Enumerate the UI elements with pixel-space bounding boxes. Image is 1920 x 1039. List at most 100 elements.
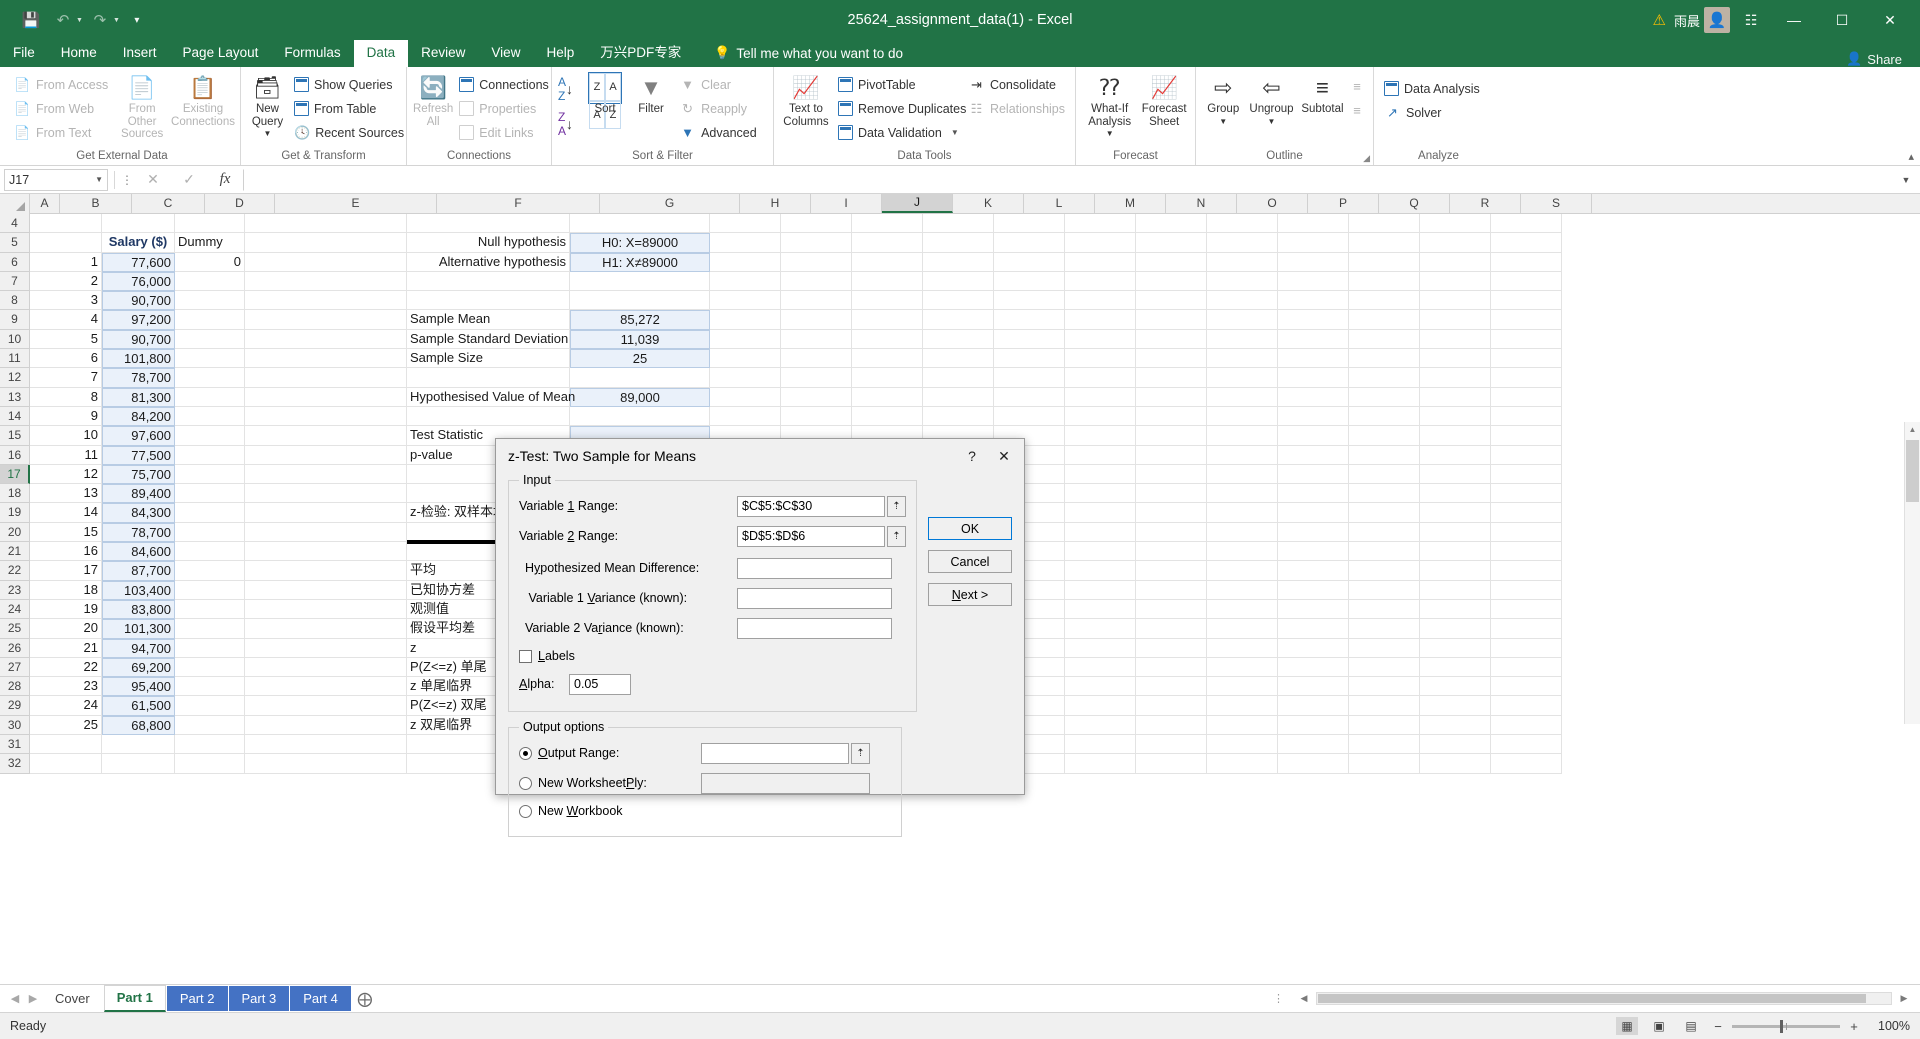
cell[interactable]: Alternative hypothesis (407, 252, 570, 272)
cell[interactable] (1349, 214, 1420, 234)
cell[interactable] (1420, 484, 1491, 504)
cell[interactable] (1136, 252, 1207, 272)
cell[interactable] (245, 580, 407, 600)
cell[interactable] (1207, 619, 1278, 639)
cell[interactable] (1420, 368, 1491, 388)
cell[interactable] (1420, 387, 1491, 407)
cell[interactable] (175, 542, 245, 562)
edit-links-button[interactable]: Edit Links (455, 121, 547, 144)
cell[interactable] (245, 638, 407, 658)
cell[interactable] (245, 214, 407, 234)
from-access-button[interactable]: 📄 From Access (10, 73, 112, 96)
cell[interactable] (994, 233, 1065, 253)
cell[interactable]: 84,200 (102, 406, 175, 427)
cell[interactable] (1349, 735, 1420, 755)
cell[interactable] (1065, 214, 1136, 234)
cell[interactable] (1278, 271, 1349, 292)
cell[interactable]: 81,300 (102, 387, 175, 407)
cell[interactable] (852, 252, 923, 272)
cell[interactable] (1136, 310, 1207, 330)
cell[interactable]: 84,600 (102, 542, 175, 562)
cell[interactable] (1420, 445, 1491, 465)
cell[interactable] (994, 406, 1065, 427)
cell[interactable]: 24 (30, 696, 102, 716)
cell[interactable] (781, 310, 852, 330)
cell[interactable]: 97,200 (102, 310, 175, 330)
cell[interactable] (245, 233, 407, 253)
cell[interactable] (1349, 464, 1420, 485)
cell[interactable] (1136, 561, 1207, 581)
next-button[interactable]: Next > (928, 583, 1012, 606)
cell[interactable] (1207, 233, 1278, 253)
cell[interactable]: 16 (30, 542, 102, 562)
cell[interactable] (1207, 214, 1278, 234)
cell[interactable] (175, 561, 245, 581)
cell[interactable] (175, 715, 245, 736)
cell[interactable] (102, 735, 175, 755)
cell[interactable] (1136, 754, 1207, 774)
cell[interactable]: 78,700 (102, 522, 175, 543)
row-header-25[interactable]: 25 (0, 619, 30, 639)
cell[interactable] (1349, 426, 1420, 446)
new-workbook-radio[interactable] (519, 804, 532, 818)
cell[interactable] (781, 271, 852, 292)
cell[interactable] (710, 406, 781, 427)
cell[interactable]: 68,800 (102, 715, 175, 736)
what-if-dropdown-icon[interactable]: ▼ (1106, 128, 1114, 141)
cell[interactable]: 101,800 (102, 349, 175, 369)
col-header-P[interactable]: P (1308, 194, 1379, 213)
cell[interactable] (1278, 677, 1349, 697)
ungroup-dropdown-icon[interactable]: ▼ (1268, 116, 1276, 129)
col-header-F[interactable]: F (437, 194, 600, 213)
cell[interactable]: 2 (30, 271, 102, 292)
cell[interactable]: 6 (30, 349, 102, 369)
cell[interactable] (175, 406, 245, 427)
cell[interactable] (1065, 735, 1136, 755)
cell[interactable] (1065, 445, 1136, 465)
variable-2-range-collapse-dialog-icon[interactable]: ⇡ (887, 525, 906, 547)
cell[interactable] (1136, 214, 1207, 234)
group-dropdown-icon[interactable]: ▼ (1219, 116, 1227, 129)
cell[interactable] (1349, 406, 1420, 427)
cell[interactable]: Sample Standard Deviation (407, 329, 570, 350)
zoom-out-icon[interactable]: − (1712, 1019, 1724, 1034)
cell[interactable] (245, 619, 407, 639)
ok-button[interactable]: OK (928, 517, 1012, 540)
cell[interactable] (175, 754, 245, 774)
cell[interactable] (1491, 696, 1562, 716)
cell[interactable] (30, 233, 102, 253)
row-header-16[interactable]: 16 (0, 445, 30, 465)
variable-1-range-collapse-dialog-icon[interactable]: ⇡ (887, 495, 906, 517)
cell[interactable] (1207, 657, 1278, 678)
cancel-button[interactable]: Cancel (928, 550, 1012, 573)
ungroup-button[interactable]: ⇦ Ungroup ▼ (1247, 71, 1297, 128)
cell[interactable] (1420, 754, 1491, 774)
text-to-columns-button[interactable]: 📈 Text to Columns (780, 71, 832, 128)
cell[interactable] (1349, 271, 1420, 292)
cell[interactable] (852, 329, 923, 350)
cell[interactable] (30, 735, 102, 755)
cell[interactable] (1491, 638, 1562, 658)
cell[interactable]: 12 (30, 464, 102, 485)
tab-file[interactable]: File (0, 40, 48, 67)
prev-sheet-icon[interactable]: ◀ (6, 992, 24, 1005)
cell[interactable] (245, 677, 407, 697)
sheet-tab-part-1[interactable]: Part 1 (103, 985, 166, 1012)
cell[interactable] (1136, 349, 1207, 369)
cell[interactable] (1420, 619, 1491, 639)
col-header-Q[interactable]: Q (1379, 194, 1450, 213)
row-header-7[interactable]: 7 (0, 271, 30, 292)
col-header-S[interactable]: S (1521, 194, 1592, 213)
cell[interactable] (1136, 426, 1207, 446)
cell[interactable] (175, 599, 245, 620)
cell[interactable]: 18 (30, 580, 102, 600)
vertical-scrollbar-thumb[interactable] (1906, 440, 1919, 502)
cell[interactable] (175, 387, 245, 407)
cell[interactable]: 8 (30, 387, 102, 407)
vertical-scrollbar[interactable]: ▲ (1904, 422, 1920, 724)
cell[interactable] (245, 542, 407, 562)
cell[interactable] (1136, 599, 1207, 620)
refresh-all-button[interactable]: 🔄 Refresh All (413, 71, 453, 128)
cell[interactable]: 25 (570, 349, 710, 369)
cell[interactable] (175, 696, 245, 716)
